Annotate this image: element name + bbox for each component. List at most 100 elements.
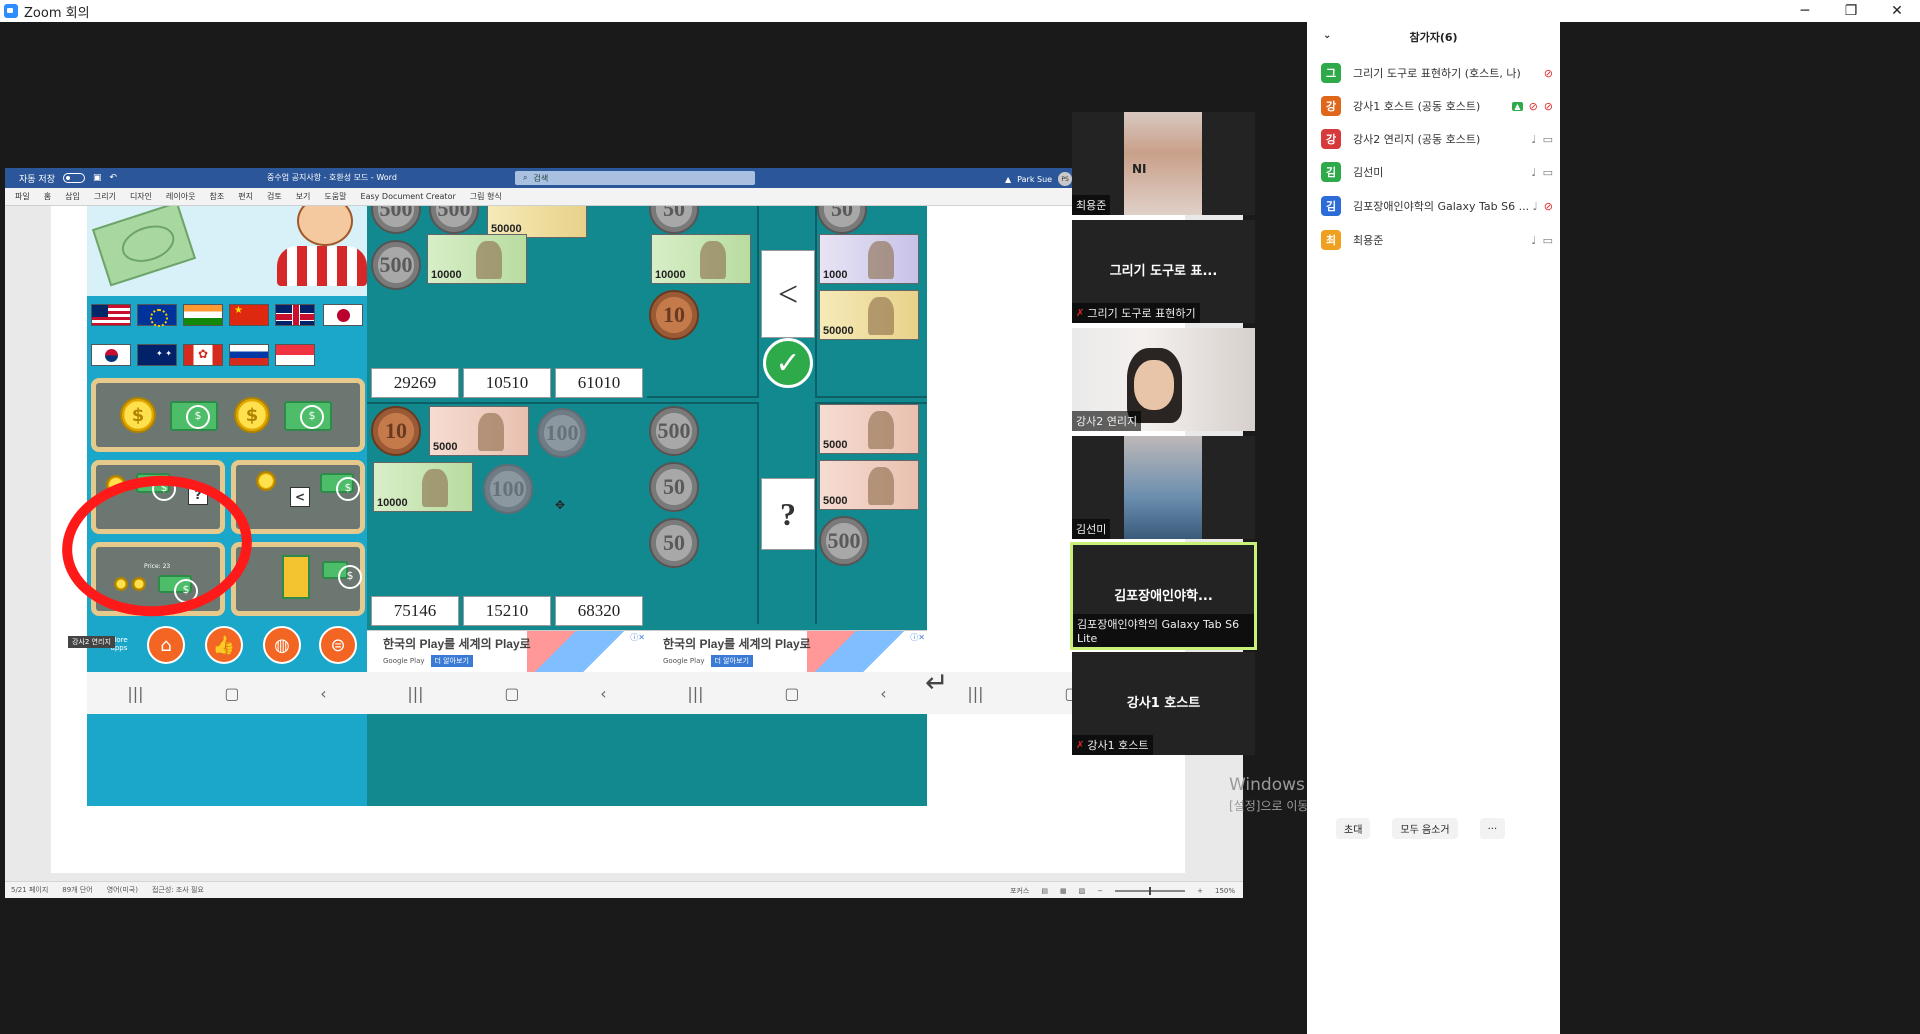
home-button[interactable]: ⌂: [147, 626, 185, 664]
answer-number[interactable]: 68320: [555, 596, 643, 626]
basket-icon[interactable]: ⊜: [319, 626, 357, 664]
mute-all-button[interactable]: 모두 음소거: [1392, 818, 1458, 839]
participants-title: 참가자(6): [1409, 31, 1458, 44]
accessibility-status[interactable]: 접근성: 조사 필요: [152, 885, 204, 895]
recent-apps-icon[interactable]: |||: [127, 684, 143, 703]
participant-row[interactable]: 김 김포장애인야학의 Galaxy Tab S6 ... ♩ ⊘: [1321, 194, 1553, 218]
ad-banner[interactable]: 한국의 Play를 세계의 Play로 Google Play 더 알아보기 ⓘ✕: [367, 630, 647, 673]
globe-icon[interactable]: ◍: [263, 626, 301, 664]
check-icon[interactable]: ✓: [763, 338, 813, 388]
print-layout-icon[interactable]: ▦: [1060, 887, 1067, 895]
tab-references[interactable]: 참조: [209, 191, 224, 202]
flag-korea-icon[interactable]: [91, 344, 131, 366]
web-layout-icon[interactable]: ▧: [1079, 887, 1086, 895]
restore-button[interactable]: ❐: [1828, 0, 1874, 22]
flag-us-icon[interactable]: [91, 304, 131, 326]
like-icon[interactable]: 👍: [205, 626, 243, 664]
participant-row[interactable]: 그 그리기 도구로 표현하기 (호스트, 나) ⊘: [1321, 61, 1553, 85]
tab-easy-document-creator[interactable]: Easy Document Creator: [361, 192, 456, 201]
tab-design[interactable]: 디자인: [130, 191, 152, 202]
compare-question-card[interactable]: ?: [761, 478, 815, 550]
tab-picture-format[interactable]: 그림 형식: [470, 191, 502, 202]
tile-name-text: 강사2 연리지: [1076, 415, 1138, 428]
read-mode-icon[interactable]: ▤: [1041, 887, 1048, 895]
less-than-tile: <: [290, 487, 310, 507]
zoom-level[interactable]: 150%: [1215, 887, 1235, 895]
flag-australia-icon[interactable]: [137, 344, 177, 366]
home-nav-icon[interactable]: ▢: [504, 684, 519, 703]
tab-review[interactable]: 검토: [267, 191, 282, 202]
answer-number[interactable]: 15210: [463, 596, 551, 626]
flag-india-icon[interactable]: [183, 304, 223, 326]
avatar[interactable]: PS: [1058, 172, 1073, 186]
answer-number[interactable]: 29269: [371, 368, 459, 398]
flag-singapore-icon[interactable]: [275, 344, 315, 366]
mouse-cursor-icon: ✥: [555, 498, 566, 512]
note-50000-icon: 50000: [819, 290, 919, 340]
page-count: 5/21 페이지: [11, 886, 49, 894]
tab-mailings[interactable]: 편지: [238, 191, 253, 202]
coins-bills-game-button[interactable]: $ $: [91, 378, 365, 452]
ad-close-icon[interactable]: ⓘ✕: [910, 632, 925, 643]
tab-home[interactable]: 홈: [44, 191, 51, 202]
answer-number[interactable]: 75146: [371, 596, 459, 626]
save-icon[interactable]: ▣: [93, 173, 102, 183]
tab-help[interactable]: 도움말: [324, 191, 346, 202]
close-button[interactable]: ✕: [1874, 0, 1920, 22]
answer-number[interactable]: 61010: [555, 368, 643, 398]
flag-japan-icon[interactable]: [323, 304, 363, 326]
participant-row[interactable]: 강 강사1 호스트 (공동 호스트) ▲ ⊘ ⊘: [1321, 94, 1553, 118]
back-nav-icon[interactable]: ‹: [600, 684, 606, 703]
flag-eu-icon[interactable]: [137, 304, 177, 327]
undo-icon[interactable]: ↶: [110, 173, 118, 183]
video-tile[interactable]: 그리기 도구로 표... ✗ 그리기 도구로 표현하기: [1072, 220, 1255, 323]
compare-sign-card[interactable]: <: [761, 250, 815, 338]
invite-button[interactable]: 초대: [1336, 818, 1371, 839]
focus-mode-button[interactable]: 포커스: [1010, 886, 1029, 896]
home-nav-icon[interactable]: ▢: [784, 684, 799, 703]
zoom-in-icon[interactable]: +: [1197, 887, 1203, 895]
tab-file[interactable]: 파일: [15, 191, 30, 202]
recent-apps-icon[interactable]: |||: [687, 684, 703, 703]
flag-china-icon[interactable]: [229, 304, 269, 326]
gold-coin-icon: $: [234, 397, 270, 433]
ad-banner[interactable]: 한국의 Play를 세계의 Play로 Google Play 더 알아보기 ⓘ✕: [647, 630, 927, 673]
minimize-button[interactable]: ─: [1782, 0, 1828, 22]
more-options-button[interactable]: ...: [1479, 818, 1506, 839]
ad-learn-more-button[interactable]: 더 알아보기: [430, 655, 473, 667]
ad-close-icon[interactable]: ⓘ✕: [630, 632, 645, 643]
calculator-game-button[interactable]: [231, 542, 365, 616]
video-tile[interactable]: 강사2 연리지: [1072, 328, 1255, 431]
zoom-out-icon[interactable]: −: [1097, 887, 1103, 895]
video-tile[interactable]: 강사1 호스트 ✗ 강사1 호스트: [1072, 652, 1255, 755]
compare-game-button[interactable]: <: [231, 460, 365, 534]
note-1000-icon: 1000: [819, 234, 919, 284]
flag-russia-icon[interactable]: [229, 344, 269, 366]
word-search-box[interactable]: ⌕ 검색: [515, 171, 755, 185]
google-play-label: Google Play: [383, 657, 425, 665]
tab-draw[interactable]: 그리기: [94, 191, 116, 202]
ad-learn-more-button[interactable]: 더 알아보기: [710, 655, 753, 667]
participant-row[interactable]: 최 최용준 ♩ ▭: [1321, 228, 1553, 252]
language[interactable]: 영어(미국): [107, 885, 138, 895]
recent-apps-icon[interactable]: |||: [967, 684, 983, 703]
flag-canada-icon[interactable]: [183, 344, 223, 366]
back-nav-icon[interactable]: ‹: [320, 684, 326, 703]
autosave-toggle[interactable]: [62, 173, 85, 183]
flag-uk-icon[interactable]: [275, 304, 315, 326]
tab-layout[interactable]: 레이아웃: [166, 191, 195, 202]
chevron-down-icon[interactable]: ⌄: [1323, 30, 1331, 41]
participant-row[interactable]: 김 김선미 ♩ ▭: [1321, 160, 1553, 184]
answer-number[interactable]: 10510: [463, 368, 551, 398]
back-nav-icon[interactable]: ‹: [880, 684, 886, 703]
participant-row[interactable]: 강 강사2 연리지 (공동 호스트) ♩ ▭: [1321, 127, 1553, 151]
word-count: 89개 단어: [62, 886, 93, 894]
video-tile-active-speaker[interactable]: 김포장애인야학... 김포장애인야학의 Galaxy Tab S6 Lite: [1070, 542, 1257, 650]
tab-view[interactable]: 보기: [296, 191, 311, 202]
home-nav-icon[interactable]: ▢: [224, 684, 239, 703]
video-tile[interactable]: 최용준: [1072, 112, 1255, 215]
zoom-slider[interactable]: [1115, 887, 1186, 895]
recent-apps-icon[interactable]: |||: [407, 684, 423, 703]
video-tile[interactable]: 김선미: [1072, 436, 1255, 539]
tab-insert[interactable]: 삽입: [65, 191, 80, 202]
